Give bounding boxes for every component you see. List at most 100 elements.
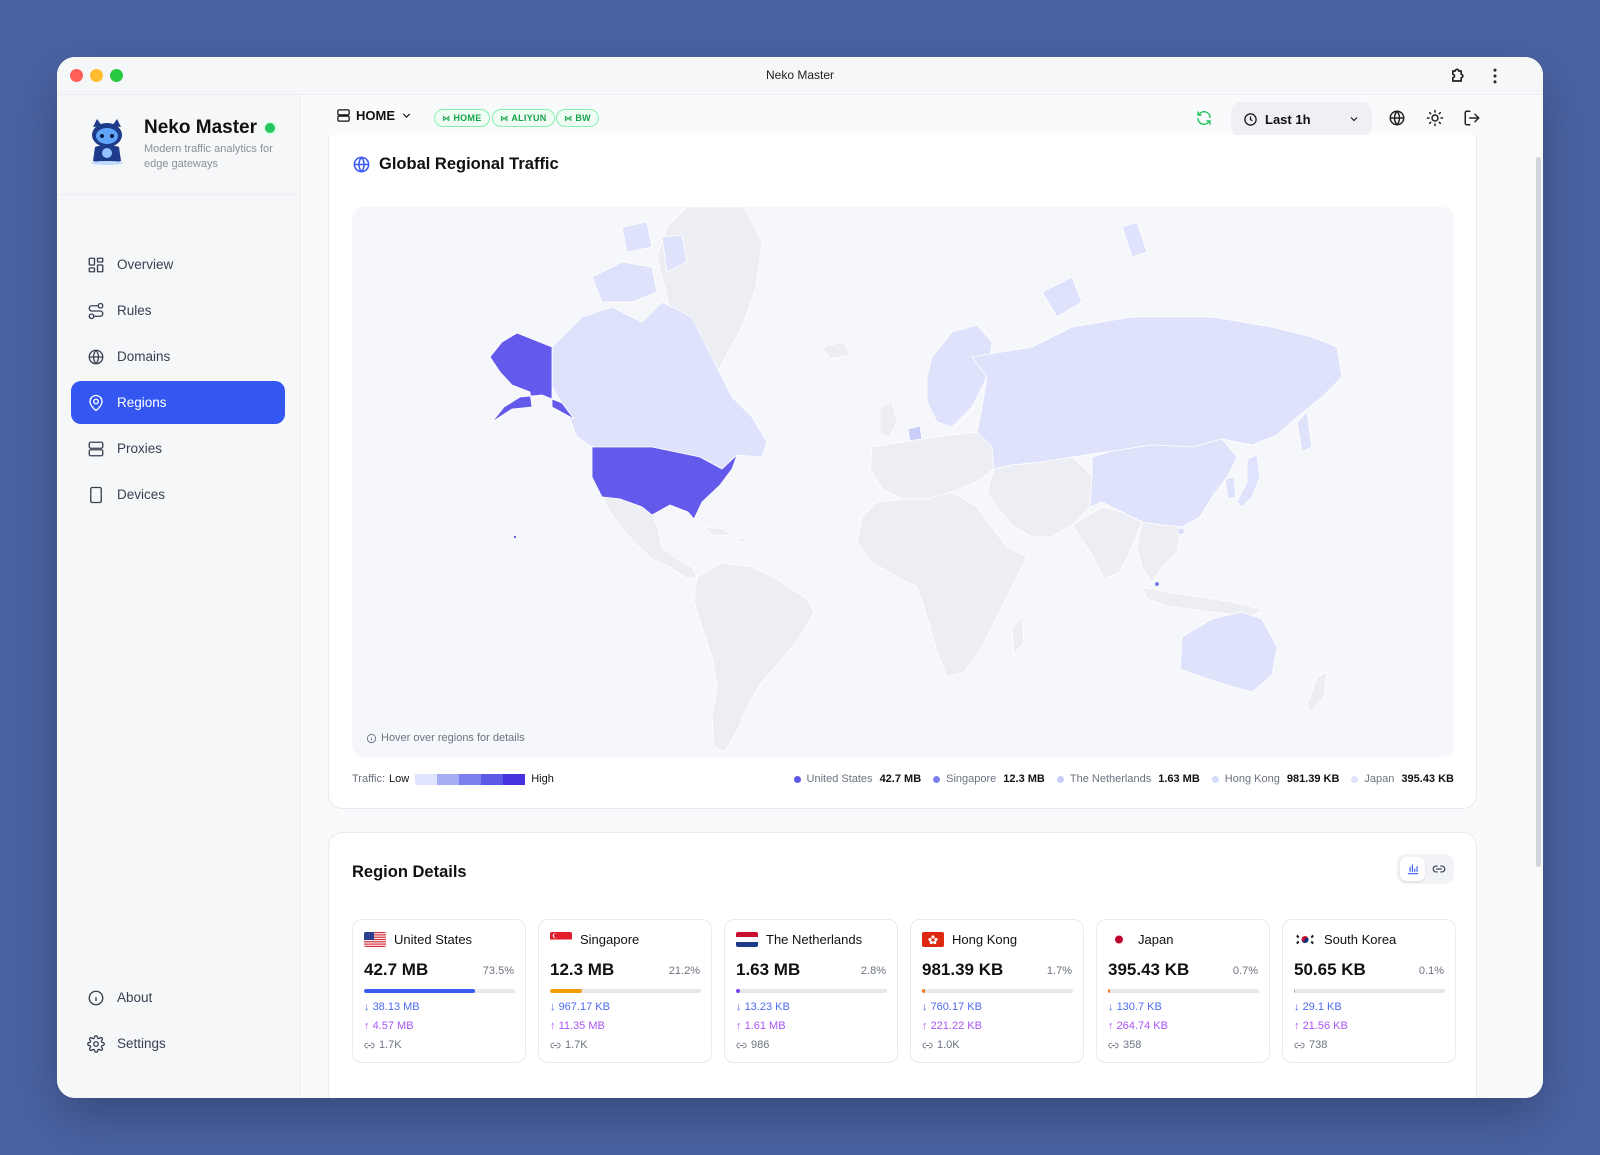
region-madagascar[interactable] <box>1011 616 1025 656</box>
region-card-south-korea[interactable]: South Korea 50.65 KB 0.1% ↓ 29.1 KB ↑ 21… <box>1282 919 1456 1063</box>
region-hong-kong[interactable] <box>1177 527 1185 535</box>
gateway-tag-aliyun[interactable]: ⋈ ALIYUN <box>492 109 555 127</box>
gateway-select[interactable]: HOME <box>336 108 413 123</box>
top-region-name: Japan <box>1364 773 1395 785</box>
nav-item-devices[interactable]: Devices <box>71 473 285 516</box>
link-icon <box>1432 865 1445 873</box>
gateway-tag-home[interactable]: ⋈ HOME <box>434 109 490 127</box>
connections-value: 358 <box>1123 1039 1142 1051</box>
region-caribbean[interactable] <box>703 526 748 544</box>
nav-label: Regions <box>117 395 167 410</box>
region-india[interactable] <box>1071 506 1143 580</box>
legend-dot <box>1351 775 1359 783</box>
link-icon <box>922 1042 933 1048</box>
gateway-tag-bw[interactable]: ⋈ BW <box>556 109 599 127</box>
download-value: 760.17 KB <box>930 1001 982 1013</box>
region-united-kingdom[interactable] <box>879 401 898 438</box>
nav-item-domains[interactable]: Domains <box>71 335 285 378</box>
region-share-bar <box>1108 989 1259 993</box>
sg-flag-icon <box>550 932 572 947</box>
region-upload: ↑ 264.74 KB <box>1108 1020 1168 1032</box>
more-vertical-icon[interactable] <box>1485 66 1505 86</box>
extension-icon[interactable] <box>1447 66 1467 86</box>
top-region-value: 395.43 KB <box>1401 773 1454 785</box>
time-range-select[interactable]: Last 1h <box>1231 102 1372 136</box>
region-share-bar <box>736 989 887 993</box>
refresh-icon[interactable] <box>1195 109 1213 127</box>
nav-item-rules[interactable]: Rules <box>71 289 285 332</box>
region-iceland[interactable] <box>821 341 851 360</box>
link-icon: ⋈ <box>500 113 509 123</box>
region-western-europe[interactable] <box>869 431 995 500</box>
region-upload: ↑ 1.61 MB <box>736 1020 786 1032</box>
region-new-zealand[interactable] <box>1306 671 1328 713</box>
link-icon <box>1108 1042 1119 1048</box>
globe-icon <box>88 349 104 364</box>
region-africa[interactable] <box>856 491 1028 678</box>
chevron-down-icon <box>402 113 411 118</box>
link-icon <box>736 1042 747 1048</box>
region-name: Singapore <box>580 932 640 947</box>
upload-value: 21.56 KB <box>1302 1020 1348 1032</box>
clock-icon <box>1244 112 1257 126</box>
download-value: 29.1 KB <box>1302 1001 1342 1013</box>
nav-label: Devices <box>117 487 166 502</box>
world-map[interactable]: Hover over regions for details <box>352 207 1454 757</box>
region-south-america[interactable] <box>693 562 815 753</box>
region-card-header: United States <box>364 932 472 947</box>
region-card-singapore[interactable]: Singapore 12.3 MB 21.2% ↓ 967.17 KB ↑ 11… <box>538 919 712 1063</box>
title-bar: Neko Master <box>57 57 1543 95</box>
layout-grid-icon <box>88 257 104 272</box>
region-singapore[interactable] <box>1154 581 1160 587</box>
region-card-united-states[interactable]: United States 42.7 MB 73.5% ↓ 38.13 MB ↑… <box>352 919 526 1063</box>
scrollbar[interactable] <box>1536 157 1541 867</box>
upload-arrow-icon: ↑ <box>1294 1020 1300 1032</box>
region-download: ↓ 760.17 KB <box>922 1001 982 1013</box>
theme-sun-icon[interactable] <box>1426 109 1444 127</box>
world-map-svg[interactable] <box>352 207 1454 757</box>
nav-label: Settings <box>117 1036 166 1051</box>
region-australia[interactable] <box>1179 611 1278 693</box>
region-japan[interactable] <box>1236 454 1261 508</box>
region-connections: 738 <box>1294 1039 1327 1051</box>
region-netherlands[interactable] <box>907 425 923 442</box>
region-share-bar <box>1294 989 1445 993</box>
region-percent: 0.1% <box>1418 965 1444 977</box>
region-card-netherlands[interactable]: The Netherlands 1.63 MB 2.8% ↓ 13.23 KB … <box>724 919 898 1063</box>
download-arrow-icon: ↓ <box>1294 1001 1300 1013</box>
link-view-button[interactable] <box>1426 857 1451 881</box>
region-south-korea[interactable] <box>1224 476 1237 500</box>
region-download: ↓ 38.13 MB <box>364 1001 420 1013</box>
region-southeast-asia[interactable] <box>1136 521 1183 583</box>
nav-item-settings[interactable]: Settings <box>71 1022 285 1065</box>
region-download: ↓ 29.1 KB <box>1294 1001 1342 1013</box>
nav-item-proxies[interactable]: Proxies <box>71 427 285 470</box>
region-name: United States <box>394 932 473 947</box>
region-total: 395.43 KB <box>1108 960 1190 979</box>
chart-view-button[interactable] <box>1400 857 1425 881</box>
legend-dot <box>1211 775 1219 783</box>
nav-item-about[interactable]: About <box>71 976 285 1019</box>
download-arrow-icon: ↓ <box>922 1001 928 1013</box>
download-arrow-icon: ↓ <box>736 1001 742 1013</box>
legend-label: Traffic: <box>352 773 386 785</box>
region-card-japan[interactable]: Japan 395.43 KB 0.7% ↓ 130.7 KB ↑ 264.74… <box>1096 919 1270 1063</box>
logout-icon[interactable] <box>1463 109 1481 127</box>
region-hawaii[interactable] <box>512 534 517 539</box>
neko-logo-icon <box>91 119 123 165</box>
top-region-name: Hong Kong <box>1224 773 1280 785</box>
region-details-title: Region Details <box>352 863 467 881</box>
nav-label: Rules <box>117 303 152 318</box>
top-region-item: Singapore 12.3 MB <box>933 773 1045 785</box>
nav-label: Overview <box>117 257 174 272</box>
bar-chart-icon <box>1407 864 1418 875</box>
info-icon <box>88 990 104 1005</box>
region-card-hong-kong[interactable]: Hong Kong 981.39 KB 1.7% ↓ 760.17 KB ↑ 2… <box>910 919 1084 1063</box>
top-region-item: The Netherlands 1.63 MB <box>1056 773 1200 785</box>
nav-item-overview[interactable]: Overview <box>71 243 285 286</box>
language-globe-icon[interactable] <box>1388 109 1406 127</box>
kr-flag-icon <box>1294 932 1316 947</box>
link-icon: ⋈ <box>564 113 573 123</box>
region-upload: ↑ 21.56 KB <box>1294 1020 1348 1032</box>
nav-item-regions[interactable]: Regions <box>71 381 285 424</box>
